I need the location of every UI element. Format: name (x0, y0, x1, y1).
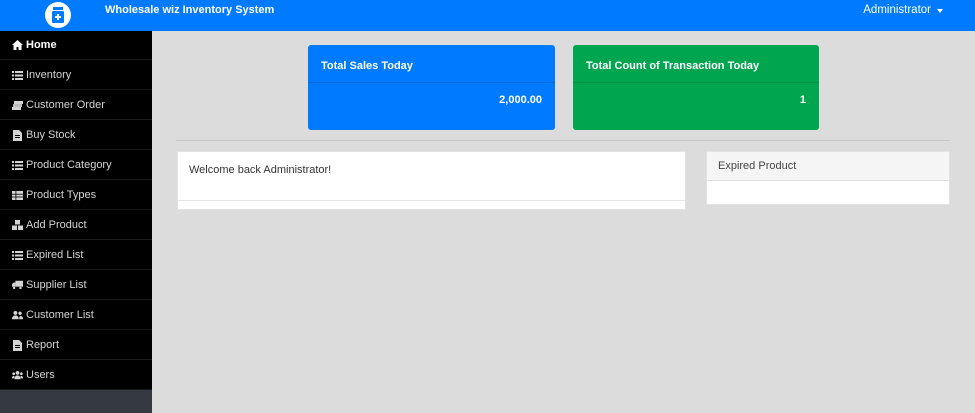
list-icon (12, 250, 23, 261)
file-icon (12, 129, 23, 141)
user-menu-dropdown[interactable]: Administrator (863, 3, 943, 17)
caret-down-icon (937, 8, 943, 13)
transaction-count-card: Total Count of Transaction Today 1 (573, 45, 819, 130)
truck-icon (12, 280, 23, 291)
users-icon (12, 310, 23, 321)
welcome-panel: Welcome back Administrator! (177, 151, 686, 210)
section-divider (176, 140, 950, 141)
sidebar-item-label: Supplier List (26, 279, 87, 291)
card-divider (308, 82, 555, 83)
sidebar-item-label: Product Category (26, 159, 112, 171)
sidebar-item-product-types[interactable]: Product Types (0, 181, 152, 210)
sidebar-item-buy-stock[interactable]: Buy Stock (0, 121, 152, 150)
sidebar-item-customer-order[interactable]: Customer Order (0, 91, 152, 120)
sidebar: Home Inventory Customer Order Buy Stock (0, 31, 152, 413)
sidebar-item-expired-list[interactable]: Expired List (0, 241, 152, 270)
sidebar-item-users[interactable]: Users (0, 361, 152, 390)
sidebar-item-label: Inventory (26, 69, 72, 81)
sidebar-item-label: Customer List (26, 309, 94, 321)
top-navbar: Wholesale wiz Inventory System Administr… (0, 0, 975, 31)
panel-divider (178, 200, 685, 201)
card-title: Total Sales Today (321, 60, 413, 72)
total-sales-card: Total Sales Today 2,000.00 (308, 45, 555, 130)
transaction-count-value: 1 (799, 94, 806, 106)
user-name: Administrator (863, 4, 931, 16)
sidebar-item-label: Home (26, 39, 57, 51)
sidebar-item-customer-list[interactable]: Customer List (0, 301, 152, 330)
list-icon (12, 70, 23, 81)
sidebar-item-home[interactable]: Home (0, 31, 152, 60)
sidebar-item-add-product[interactable]: Add Product (0, 211, 152, 240)
home-icon (12, 40, 23, 51)
panel-title: Expired Product (718, 160, 797, 172)
sidebar-item-supplier-list[interactable]: Supplier List (0, 271, 152, 300)
card-title: Total Count of Transaction Today (586, 60, 760, 72)
sidebar-item-label: Report (26, 339, 60, 351)
sidebar-item-label: Buy Stock (26, 129, 76, 141)
card-divider (573, 82, 819, 83)
file-icon (12, 339, 23, 351)
sidebar-menu: Home Inventory Customer Order Buy Stock (0, 31, 152, 390)
app-title: Wholesale wiz Inventory System (105, 4, 275, 16)
sidebar-item-product-category[interactable]: Product Category (0, 151, 152, 180)
total-sales-value: 2,000.00 (499, 94, 542, 106)
expired-product-panel: Expired Product (706, 151, 950, 205)
sidebar-item-inventory[interactable]: Inventory (0, 61, 152, 90)
sidebar-item-label: Users (26, 369, 55, 381)
sidebar-item-label: Product Types (26, 189, 97, 201)
boxes-icon (12, 220, 23, 231)
sidebar-item-label: Expired List (26, 249, 84, 261)
stack-icon (12, 100, 23, 111)
welcome-message: Welcome back Administrator! (189, 164, 332, 176)
users-group-icon (12, 370, 23, 381)
sidebar-item-label: Customer Order (26, 99, 105, 111)
table-icon (12, 190, 23, 201)
sidebar-item-label: Add Product (26, 219, 87, 231)
inventory-logo-icon[interactable] (45, 2, 71, 28)
sidebar-item-report[interactable]: Report (0, 331, 152, 360)
list-icon (12, 160, 23, 171)
panel-header: Expired Product (707, 152, 949, 181)
